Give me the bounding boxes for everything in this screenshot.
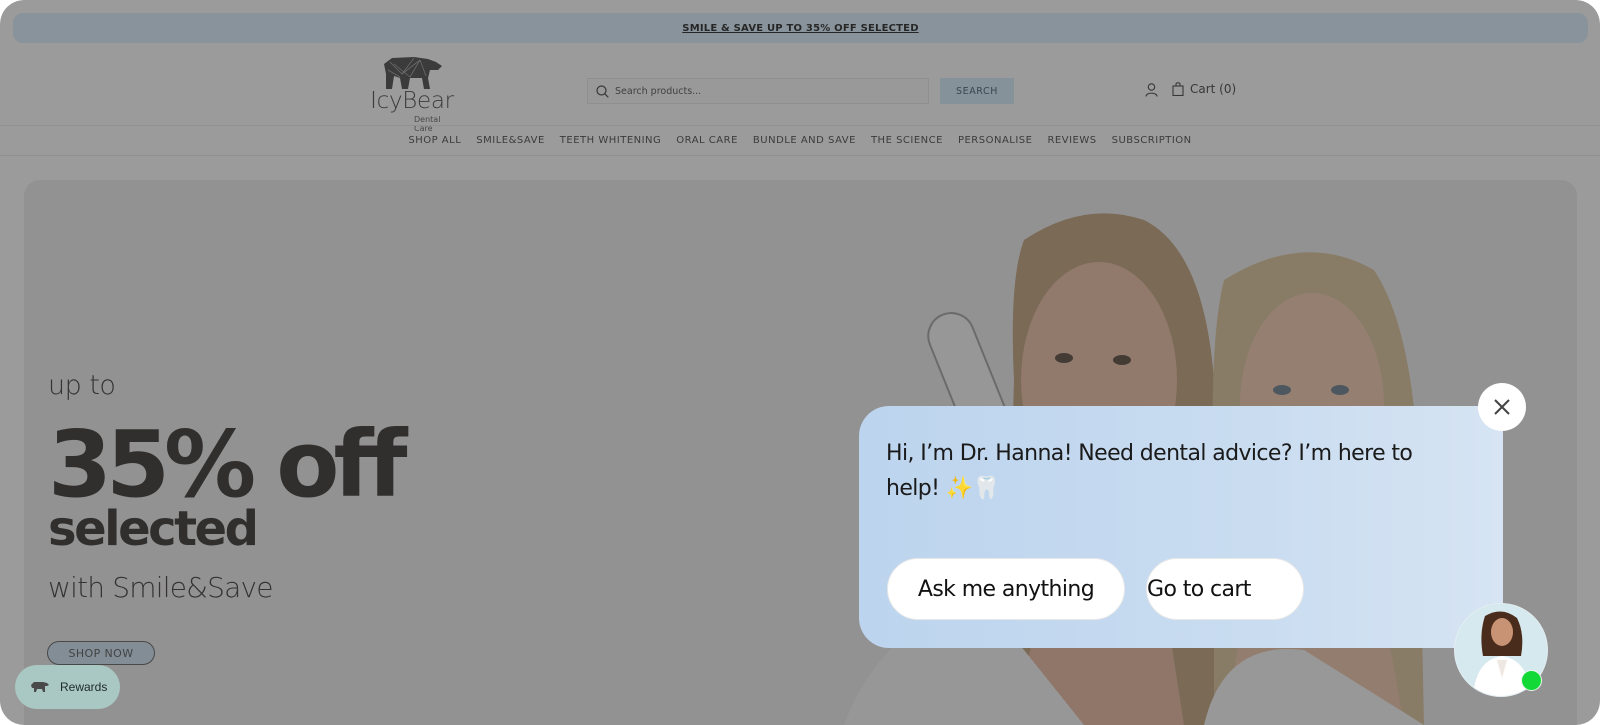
close-icon [1494,399,1510,415]
ask-me-anything-button[interactable]: Ask me anything [887,558,1125,620]
online-status-indicator [1521,670,1542,691]
rewards-button[interactable]: Rewards [15,665,120,709]
go-to-cart-button[interactable]: Go to cart [1146,558,1304,620]
bear-icon [31,682,49,692]
page: SMILE & SAVE UP TO 35% OFF SELECTED IcyB… [0,0,1600,725]
chat-message: Hi, I’m Dr. Hanna! Need dental advice? I… [886,441,1413,501]
chat-popup: Hi, I’m Dr. Hanna! Need dental advice? I… [859,406,1503,648]
rewards-label: Rewards [60,680,108,694]
chat-close-button[interactable] [1478,383,1526,431]
